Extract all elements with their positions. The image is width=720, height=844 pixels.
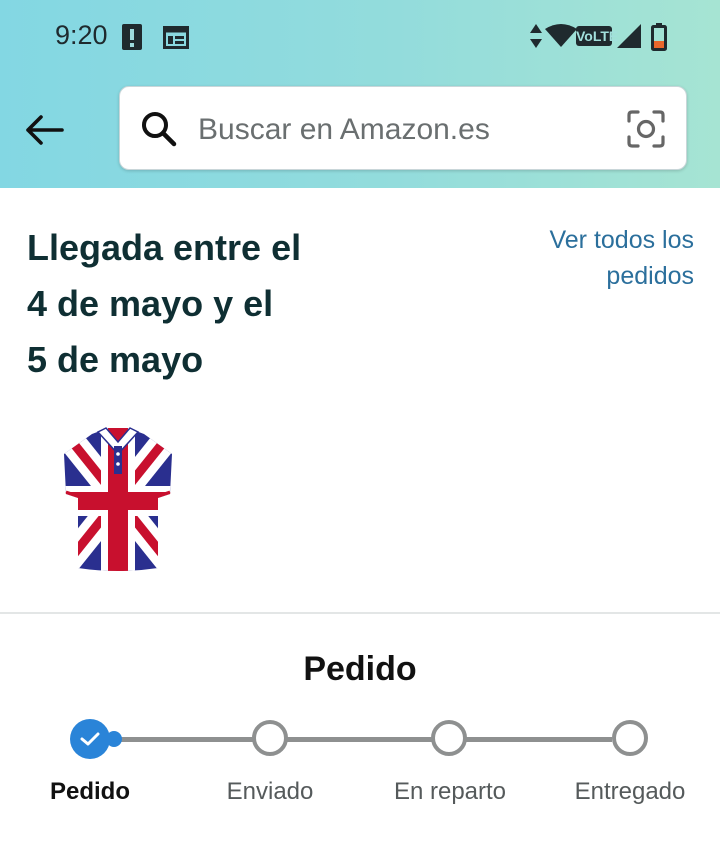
wifi-icon <box>545 24 577 47</box>
step-label-out-for-delivery: En reparto <box>393 778 507 805</box>
back-arrow-icon <box>26 115 64 145</box>
view-all-orders-link[interactable]: Ver todos los pedidos <box>494 222 694 294</box>
status-bar: 9:20 VoLTE <box>0 0 720 72</box>
search-input[interactable] <box>196 107 600 153</box>
step-label-shipped: Enviado <box>226 778 314 805</box>
battery-low-icon <box>651 23 667 51</box>
arrival-heading: Llegada entre el 4 de mayo y el 5 de may… <box>27 220 407 388</box>
calendar-icon <box>163 26 189 49</box>
progress-line <box>286 737 432 742</box>
search-icon <box>142 112 177 147</box>
progress-line <box>108 737 254 742</box>
alert-icon <box>122 24 142 50</box>
order-progress-tracker: Pedido Enviado En reparto Entregado <box>0 716 720 836</box>
step-out-for-delivery-dot <box>431 720 467 756</box>
data-arrows-icon <box>530 24 542 48</box>
section-divider <box>0 612 720 614</box>
signal-icon <box>617 24 641 48</box>
arrival-line: 4 de mayo y el <box>27 283 274 324</box>
search-bar[interactable] <box>119 86 687 170</box>
checkmark-icon <box>80 732 100 746</box>
view-all-line: Ver todos los <box>549 226 694 254</box>
volte-label: VoLTE <box>576 28 619 44</box>
volte-badge: VoLTE <box>576 26 618 46</box>
step-ordered-check <box>70 719 110 759</box>
step-label-delivered: Entregado <box>574 778 686 805</box>
top-header: 9:20 VoLTE <box>0 0 720 188</box>
arrival-line: 5 de mayo <box>27 339 204 380</box>
camera-search-icon[interactable] <box>626 109 666 149</box>
view-all-line: pedidos <box>606 262 694 290</box>
order-status-title: Pedido <box>303 650 417 688</box>
status-time: 9:20 <box>55 20 108 50</box>
back-button[interactable] <box>22 108 66 152</box>
step-label-ordered: Pedido <box>49 778 130 805</box>
arrival-line: Llegada entre el <box>27 227 302 268</box>
step-delivered-dot <box>612 720 648 756</box>
product-image-union-jack-polo[interactable] <box>58 424 178 574</box>
progress-line <box>466 737 612 742</box>
step-shipped-dot <box>252 720 288 756</box>
